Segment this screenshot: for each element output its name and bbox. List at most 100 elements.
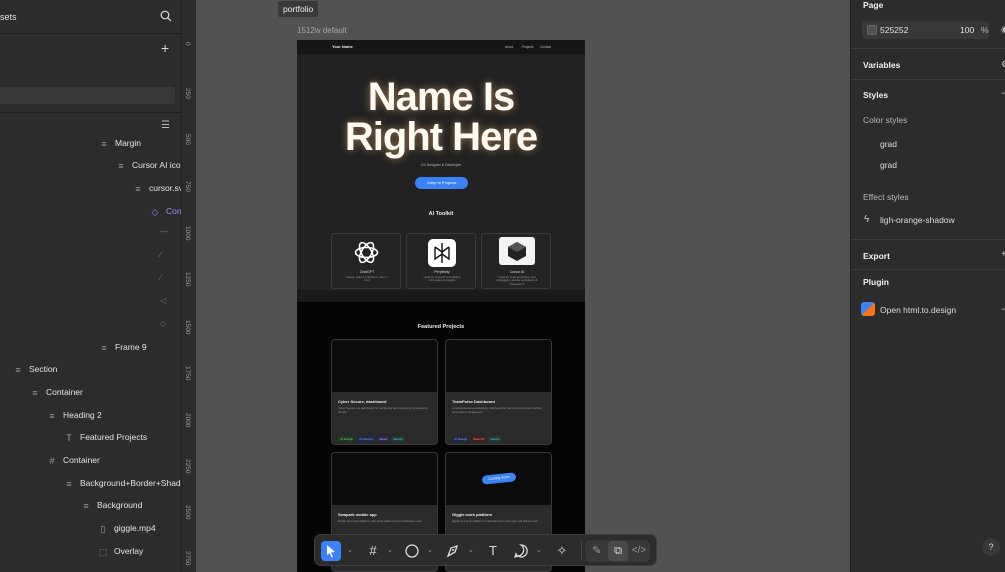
dev-mode-icon[interactable]: </> [629,541,649,561]
text-tool-icon[interactable]: T [483,541,503,561]
tag: Next.js [391,436,405,442]
ellipse-tool-icon[interactable] [402,541,422,561]
project-title: Cyber Secure, dashboard [338,399,387,404]
more-icon[interactable]: − [1001,304,1005,314]
export-title[interactable]: Export [863,251,890,261]
layer-label: Com [166,206,181,216]
layer-label: Heading 2 [63,410,102,420]
page-color-field[interactable]: 525252 100 % [862,21,989,39]
color-style-item[interactable]: grad [880,160,897,170]
layer-label: Background [97,500,143,510]
add-icon[interactable]: + [161,40,169,56]
chatgpt-logo-icon [352,238,381,267]
frame-layer-icon: ≡ [15,364,21,375]
page-opacity[interactable]: 100 [960,25,974,35]
variables-title[interactable]: Variables [863,60,900,70]
chevron-down-icon[interactable]: ⌄ [468,546,474,554]
layer-list-icon[interactable]: ☰ [161,120,170,131]
effect-styles-label: Effect styles [863,192,909,202]
color-style-item[interactable]: grad [880,139,897,149]
ruler-tick: 750 [184,181,191,192]
project-thumbnail [332,453,437,505]
layer-item[interactable]: ≡ Background [81,497,142,513]
project-card[interactable]: TeamPulse Dashboard A comprehensive prod… [445,339,552,445]
frame-tool-icon[interactable]: # [363,541,383,561]
layer-item[interactable]: T Featured Projects [64,429,147,445]
layer-item[interactable]: ≡ Heading 2 [47,407,102,423]
layer-item[interactable]: ≡ Cursor AI ico [116,157,181,173]
ruler-tick: 1750 [184,366,191,381]
component-icon: ◇ [151,206,159,217]
layer-item[interactable]: # Container [47,452,99,468]
layer-item[interactable]: ▯ giggle.mp4 [98,520,156,536]
toolkit-card-chatgpt[interactable]: ChatGPT Ideate, write & brainstorm, test… [331,233,401,289]
ruler-tick: 250 [184,88,191,99]
project-card[interactable]: Cyber Secure, dashboard Cyber Secure is … [331,339,438,445]
layer-item[interactable]: ◇ Com [150,203,181,219]
effect-style-icon: ϟ [864,214,870,225]
layer-label: Featured Projects [80,432,148,442]
layer-item[interactable]: ≡ Section [13,361,57,377]
layer-label: Frame 9 [115,342,147,352]
chevron-down-icon[interactable]: ⌄ [387,546,393,554]
project-desc: Giggle is a work platform for Freelancer… [452,519,539,523]
perplexity-logo-icon [428,239,456,267]
chevron-down-icon[interactable]: ⌄ [427,546,433,554]
tag: React [377,436,390,442]
actions-sparkle-icon[interactable]: ✧ [552,541,572,561]
layer-item[interactable]: ≡ cursor.sv [133,180,181,196]
project-tags: UI Design Data Viz Next.js [452,427,504,444]
tag: UX Design [357,436,376,442]
site-nav: Your Name About Projects Contact [297,40,585,54]
tag: UI Design [452,436,470,442]
variables-settings-icon[interactable]: ⚙ [1001,59,1005,70]
comment-tool-icon[interactable] [511,541,531,561]
move-tool-icon[interactable] [321,541,341,561]
draw-mode-icon[interactable]: ✎ [587,541,607,561]
site-nav-link-projects[interactable]: Projects [522,45,534,49]
assets-header: sets [0,0,181,34]
page-color-swatch[interactable] [867,25,877,35]
layer-item[interactable]: ≡ Container [30,384,83,400]
layer-label: Cursor AI ico [132,160,181,170]
projects-title: Featured Projects [417,324,465,330]
toolkit-card-desc: Used for code generation and debugging, … [496,275,538,286]
chevron-down-icon[interactable]: ⌄ [536,546,542,554]
styles-title: Styles [863,90,889,100]
toolkit-card-perplexity[interactable]: Perplexity Used for research and finding… [406,233,476,289]
mode-switcher: ✎ ⧉ </> [585,540,650,562]
site-nav-link-contact[interactable]: Contact [540,45,551,49]
layer-item[interactable]: ⬚ Overlay [98,543,144,559]
design-mode-icon[interactable]: ⧉ [608,541,628,561]
help-button[interactable]: ? [982,538,1000,556]
eye-icon[interactable]: ◉ [1001,24,1005,35]
project-title: TeamPulse Dashboard [452,399,495,404]
layer-item[interactable]: ≡ Frame 9 [99,339,147,355]
layer-item[interactable]: ≡ Background+Border+Shadow [64,475,181,491]
vector-icon: ◇ [160,319,167,328]
pen-tool-icon[interactable] [443,541,463,561]
jump-to-projects-button[interactable]: Jump to Projects [415,177,468,189]
ruler-tick: 1500 [184,320,191,335]
plugin-item[interactable]: Open html.to.design [880,305,956,315]
cursor-logo-icon [499,237,535,265]
pages-search-input[interactable] [0,87,175,104]
effect-style-item[interactable]: ligh-orange-shadow [880,215,955,225]
site-nav-link-about[interactable]: About [505,45,513,49]
collapse-icon[interactable]: − [1001,88,1005,98]
toolkit-card-cursor[interactable]: Cursor AI Used for code generation and d… [481,233,551,289]
chevron-down-icon[interactable]: ⌄ [347,546,353,554]
page-color-hex[interactable]: 525252 [880,25,908,35]
grid-frame-icon: # [49,455,55,466]
frame-layer-icon: ≡ [101,138,107,149]
frame-variant-label[interactable]: 1512w default [297,26,347,35]
search-icon[interactable] [160,10,172,22]
canvas[interactable]: portfolio 1512w default Your Name About … [196,0,850,572]
portfolio-frame[interactable]: Your Name About Projects Contact Name Is… [297,40,585,572]
frame-name-label[interactable]: portfolio [278,1,319,17]
styles-section: Styles − Color styles grad grad Effect s… [851,80,1005,240]
frame-layer-icon: ≡ [83,500,89,511]
add-export-icon[interactable]: + [1001,249,1005,260]
layer-item[interactable]: ≡ Margin [99,135,141,151]
video-layer-icon: ▯ [100,523,106,534]
